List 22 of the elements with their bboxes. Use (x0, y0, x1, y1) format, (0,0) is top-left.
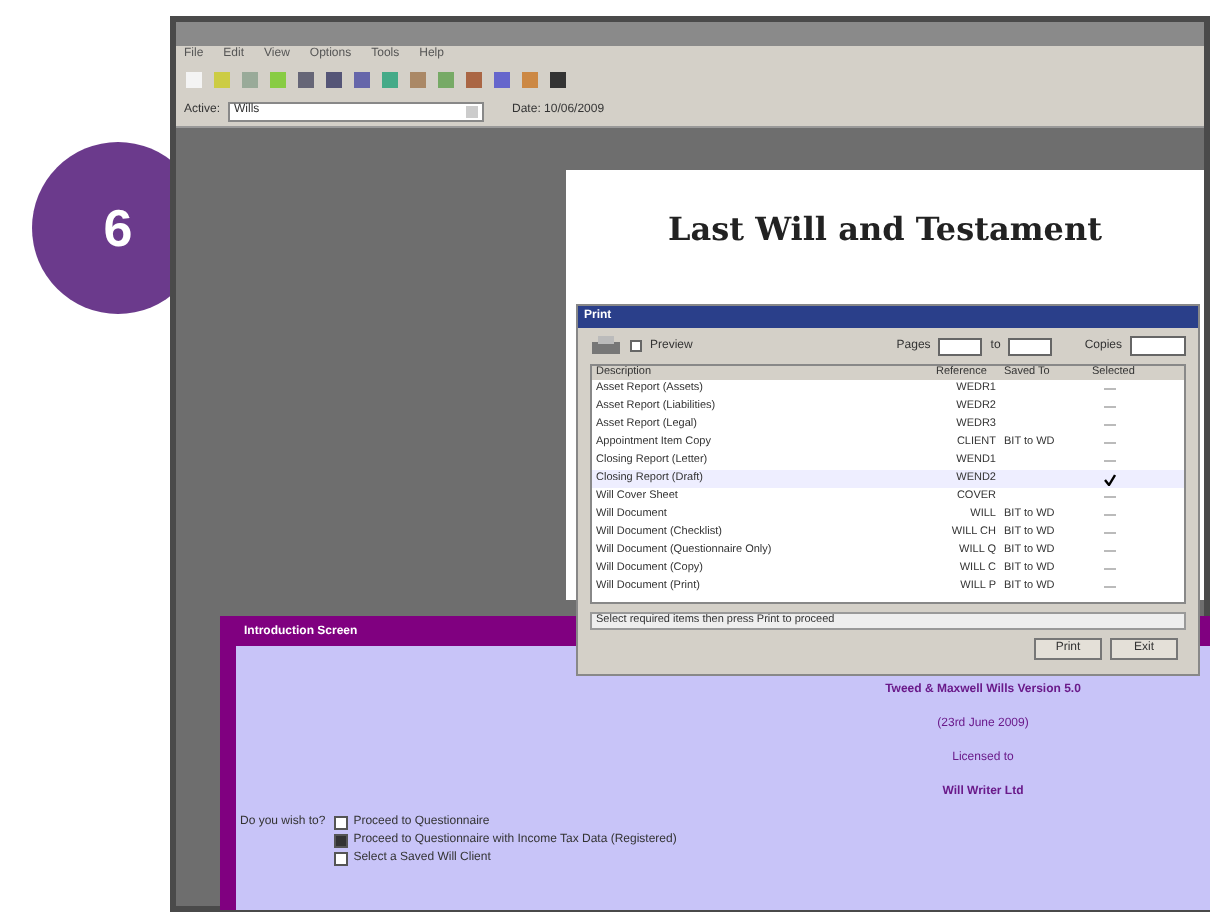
dash-icon (1104, 549, 1116, 553)
dash-icon (1104, 387, 1116, 391)
page-to-field[interactable] (1008, 337, 1053, 355)
page-from-field[interactable] (938, 337, 983, 355)
document-heading: Last Will and Testament (668, 208, 1102, 246)
caret-icon (466, 105, 479, 117)
preview-checkbox[interactable] (630, 340, 642, 352)
tick-icon (1104, 473, 1116, 485)
dash-icon (1104, 585, 1116, 589)
dash-icon (1104, 531, 1116, 535)
option-checkbox[interactable] (333, 815, 348, 829)
dash-icon (1104, 495, 1116, 499)
dash-icon (1104, 423, 1116, 427)
copies-field[interactable] (1130, 336, 1186, 356)
option-checkbox[interactable] (333, 833, 348, 847)
printer-icon (590, 336, 622, 356)
dash-icon (1104, 441, 1116, 445)
dash-icon (1104, 405, 1116, 409)
dash-icon (1104, 513, 1116, 517)
option-checkbox[interactable] (333, 851, 348, 865)
dash-icon (1104, 567, 1116, 571)
dash-icon (1104, 459, 1116, 463)
